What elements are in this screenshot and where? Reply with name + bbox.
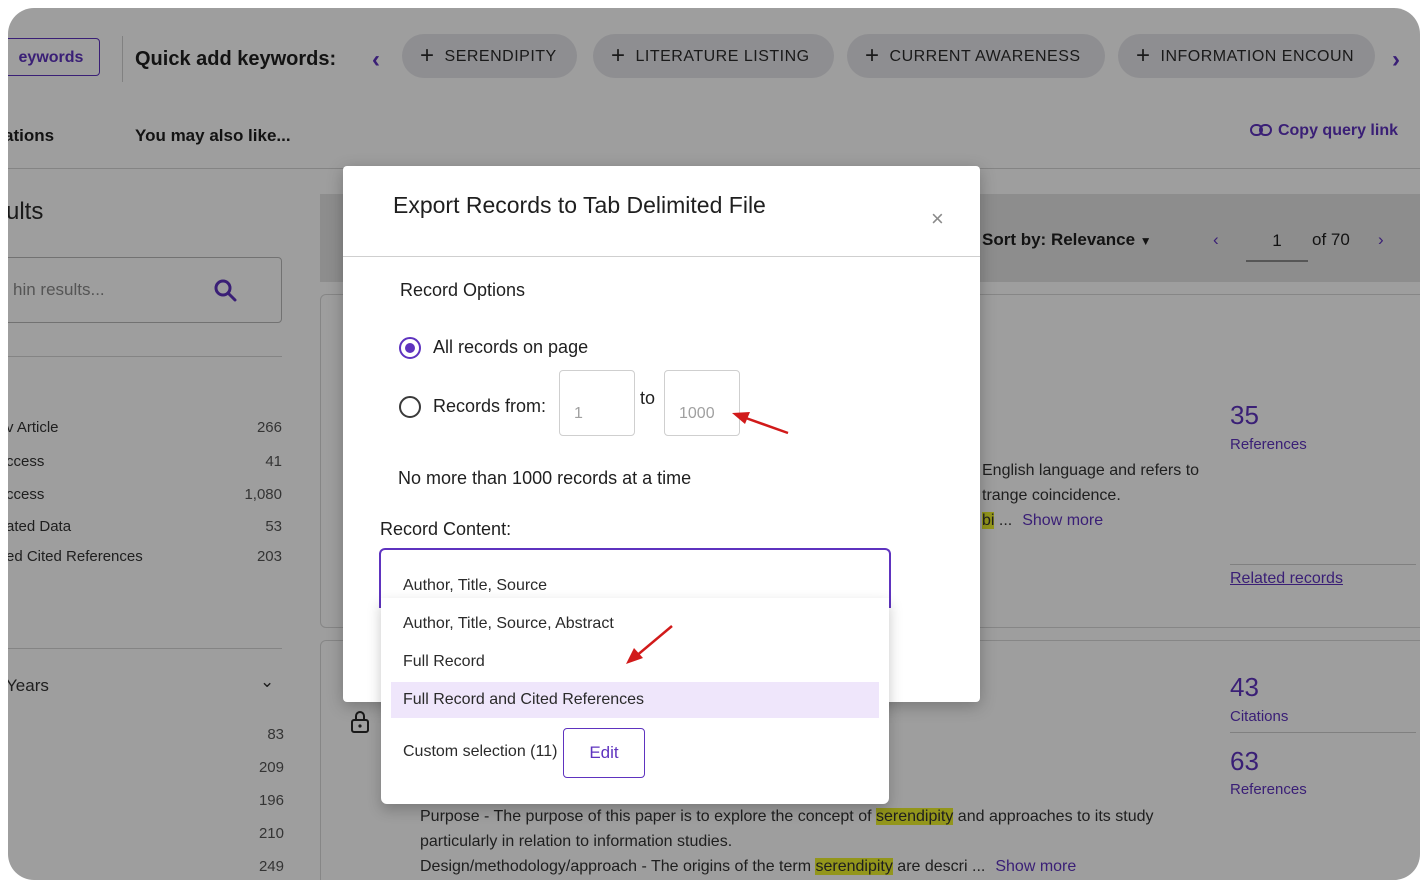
all-records-radio[interactable] — [399, 337, 421, 359]
records-to-value: 1000 — [679, 405, 715, 422]
close-icon[interactable]: × — [931, 206, 944, 232]
dialog-title: Export Records to Tab Delimited File — [393, 192, 766, 218]
divider — [343, 256, 980, 257]
all-records-label[interactable]: All records on page — [433, 337, 588, 358]
dropdown-option[interactable]: Author, Title, Source — [403, 577, 547, 595]
records-to-input[interactable]: 1000 — [664, 370, 740, 436]
record-limit-note: No more than 1000 records at a time — [398, 468, 692, 488]
record-options-heading: Record Options — [400, 280, 526, 300]
custom-selection-label[interactable]: Custom selection (11) — [403, 743, 557, 761]
records-from-radio[interactable] — [399, 396, 421, 418]
record-content-dropdown: Author, Title, Source, Abstract Full Rec… — [381, 598, 889, 804]
dropdown-option[interactable]: Full Record — [391, 644, 879, 680]
edit-button[interactable]: Edit — [563, 728, 645, 778]
dropdown-option-selected[interactable]: Full Record and Cited References — [391, 682, 879, 718]
record-content-heading: Record Content: — [380, 519, 512, 539]
records-from-value: 1 — [574, 405, 583, 422]
records-from-input[interactable]: 1 — [559, 370, 635, 436]
to-label: to — [640, 388, 656, 408]
screenshot-frame: eywords Quick add keywords: ‹ + SERENDIPI… — [8, 8, 1420, 880]
dropdown-option[interactable]: Author, Title, Source, Abstract — [391, 606, 879, 642]
records-from-label[interactable]: Records from: — [433, 396, 546, 417]
